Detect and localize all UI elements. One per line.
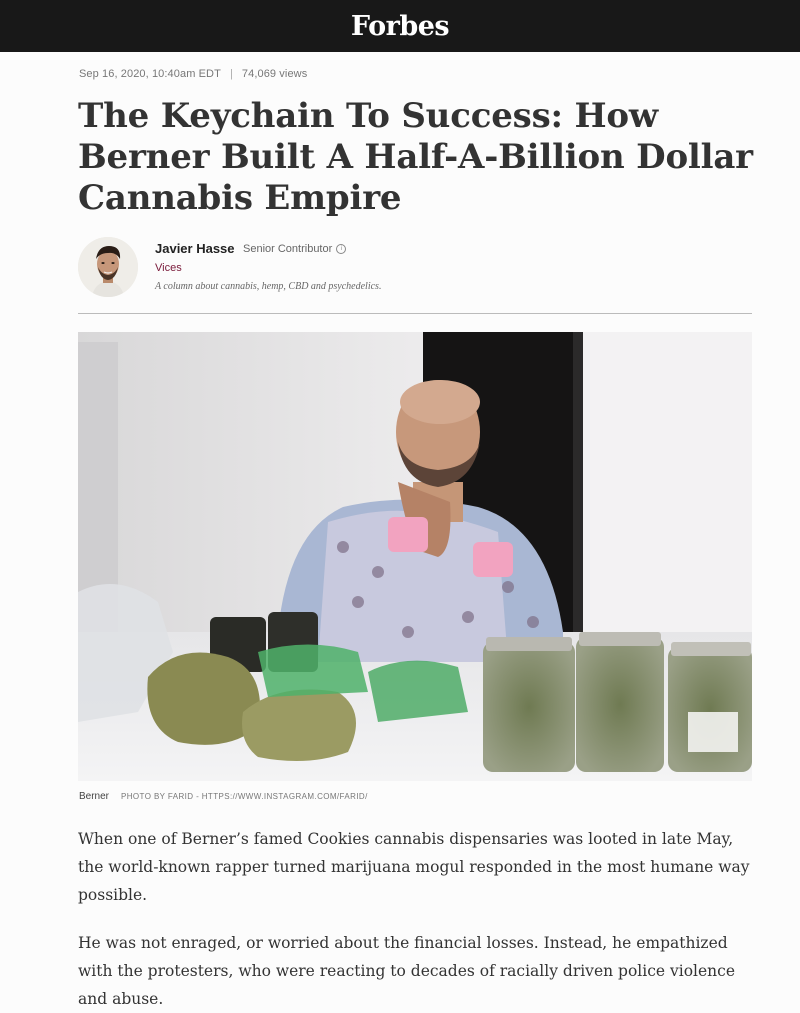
meta-separator: | bbox=[229, 68, 233, 80]
image-caption: Berner PHOTO BY FARID - HTTPS://WWW.INST… bbox=[79, 791, 368, 802]
article-hero-image bbox=[78, 332, 752, 781]
caption-subject: Berner bbox=[79, 791, 110, 802]
author-tagline: A column about cannabis, hemp, CBD and p… bbox=[155, 281, 382, 292]
publish-date: Sep 16, 2020, 10:40am EDT bbox=[79, 68, 221, 80]
info-icon[interactable]: i bbox=[336, 244, 347, 254]
body-paragraph: When one of Berner’s famed Cookies canna… bbox=[78, 830, 750, 904]
channel-link-vices[interactable]: Vices bbox=[155, 262, 182, 274]
author-role-label: Senior Contributor bbox=[243, 243, 333, 255]
hero-photo-illustration bbox=[78, 332, 752, 781]
author-portrait bbox=[78, 237, 138, 297]
photo-credit: PHOTO BY FARID - HTTPS://WWW.INSTAGRAM.C… bbox=[121, 792, 368, 801]
author-name-link[interactable]: Javier Hasse bbox=[155, 241, 235, 256]
top-navigation-bar: Forbes bbox=[0, 0, 800, 52]
view-count: 74,069 views bbox=[241, 68, 308, 80]
article-headline: The Keychain To Success: How Berner Buil… bbox=[78, 96, 753, 218]
author-avatar[interactable] bbox=[78, 237, 138, 297]
header-divider bbox=[78, 313, 752, 314]
article-meta: Sep 16, 2020, 10:40am EDT | 74,069 views bbox=[79, 68, 307, 80]
author-role: Senior Contributor i bbox=[243, 243, 347, 255]
forbes-logo[interactable]: Forbes bbox=[351, 11, 450, 42]
body-paragraph: He was not enraged, or worried about the… bbox=[78, 934, 735, 1008]
